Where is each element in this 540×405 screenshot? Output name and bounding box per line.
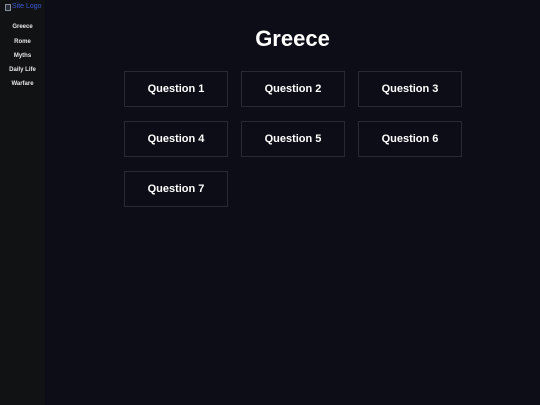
question-card-7[interactable]: Question 7: [124, 171, 228, 207]
sidebar-nav: Greece Rome Myths Daily Life Warfare: [0, 24, 45, 88]
question-card-label: Question 6: [381, 133, 439, 145]
question-card-2[interactable]: Question 2: [241, 71, 345, 107]
question-card-6[interactable]: Question 6: [358, 121, 462, 157]
sidebar-item-greece[interactable]: Greece: [3, 24, 43, 31]
sidebar-item-rome[interactable]: Rome: [3, 39, 43, 46]
question-card-1[interactable]: Question 1: [124, 71, 228, 107]
question-card-label: Question 5: [264, 133, 322, 145]
question-card-label: Question 2: [264, 83, 322, 95]
question-card-4[interactable]: Question 4: [124, 121, 228, 157]
site-logo[interactable]: Site Logo: [5, 3, 42, 11]
sidebar-item-daily-life[interactable]: Daily Life: [3, 67, 43, 74]
question-card-label: Question 7: [147, 183, 205, 195]
broken-image-icon: [5, 3, 11, 11]
page-title: Greece: [255, 26, 330, 51]
question-card-label: Question 4: [147, 133, 205, 145]
sidebar-item-myths[interactable]: Myths: [3, 53, 43, 60]
question-card-5[interactable]: Question 5: [241, 121, 345, 157]
question-card-3[interactable]: Question 3: [358, 71, 462, 107]
question-card-label: Question 3: [381, 83, 439, 95]
question-card-label: Question 1: [147, 83, 205, 95]
question-grid: Question 1 Question 2 Question 3 Questio…: [124, 71, 462, 207]
sidebar-item-warfare[interactable]: Warfare: [3, 81, 43, 88]
site-logo-alt-text: Site Logo: [12, 3, 42, 10]
main-content: Greece Question 1 Question 2 Question 3 …: [45, 0, 540, 405]
sidebar: Site Logo Greece Rome Myths Daily Life W…: [0, 0, 45, 405]
